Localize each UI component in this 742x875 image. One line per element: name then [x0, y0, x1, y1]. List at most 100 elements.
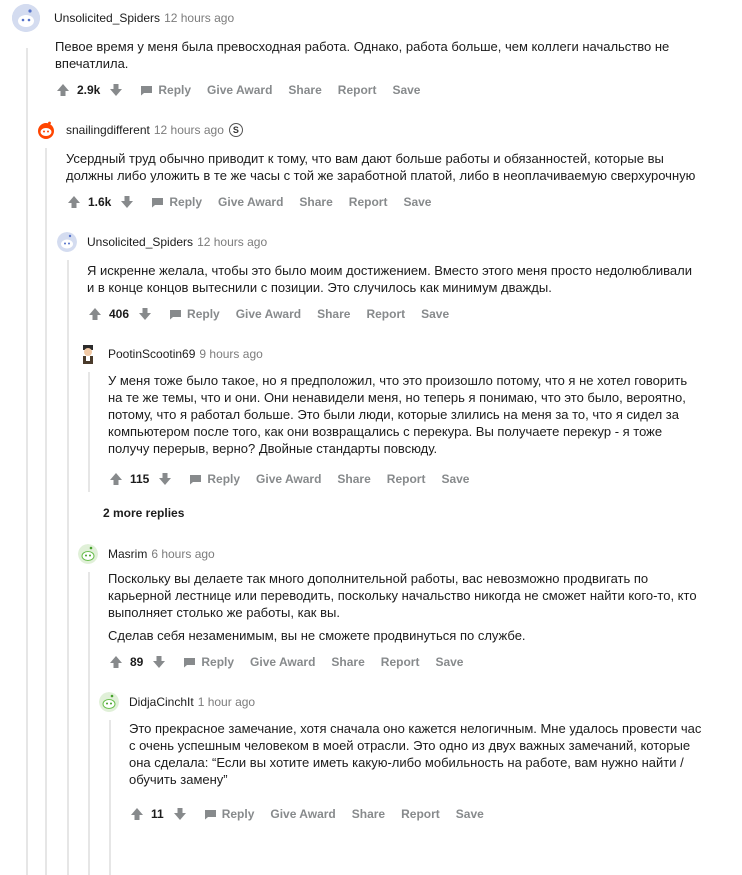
comment-body: Поскольку вы делаете так много дополните…	[108, 570, 704, 644]
user-flair-badge: S	[228, 123, 243, 137]
give-award-button[interactable]: Give Award	[250, 655, 315, 669]
comment-author[interactable]: Unsolicited_Spiders	[54, 11, 160, 25]
share-button[interactable]: Share	[352, 807, 385, 821]
share-button[interactable]: Share	[299, 195, 332, 209]
vote-score: 2.9k	[77, 83, 101, 97]
upvote-icon[interactable]	[108, 471, 124, 487]
reply-button[interactable]: Reply	[151, 195, 202, 209]
reply-button[interactable]: Reply	[189, 472, 240, 486]
downvote-icon[interactable]	[151, 654, 167, 670]
report-button[interactable]: Report	[387, 472, 426, 486]
green-snoo-avatar-icon[interactable]	[78, 544, 98, 564]
vote-score: 406	[109, 307, 130, 321]
give-award-button[interactable]: Give Award	[236, 307, 301, 321]
comment-actions: 11 Reply Give Award Share Report Save	[129, 802, 739, 826]
downvote-icon[interactable]	[172, 806, 188, 822]
vote-score: 1.6k	[88, 195, 112, 209]
vote-score: 89	[130, 655, 144, 669]
comment-timestamp[interactable]: 6 hours ago	[151, 547, 214, 561]
reply-button[interactable]: Reply	[140, 83, 191, 97]
give-award-button[interactable]: Give Award	[218, 195, 283, 209]
upvote-icon[interactable]	[108, 654, 124, 670]
comment-body: Я искренне желала, чтобы это было моим д…	[87, 262, 702, 296]
save-button[interactable]: Save	[421, 307, 449, 321]
comment-actions: 2.9k Reply Give Award Share Report Save	[55, 78, 732, 102]
comment-body: Усердный труд обычно приводит к тому, чт…	[66, 150, 696, 184]
red-snoo-avatar-icon[interactable]	[36, 120, 56, 140]
reply-label: Reply	[221, 807, 255, 821]
comment: Masrim 6 hours ago Поскольку вы делаете …	[78, 540, 738, 674]
green-snoo-avatar-icon[interactable]	[99, 692, 119, 712]
comment-timestamp[interactable]: 1 hour ago	[198, 695, 255, 709]
give-award-button[interactable]: Give Award	[270, 807, 335, 821]
comment-paragraph: Это прекрасное замечание, хотя сначала о…	[129, 721, 702, 787]
report-button[interactable]: Report	[338, 83, 377, 97]
comment-icon	[190, 474, 202, 484]
downvote-icon[interactable]	[137, 306, 153, 322]
report-button[interactable]: Report	[349, 195, 388, 209]
comment-actions: 89 Reply Give Award Share Report Save	[108, 650, 738, 674]
downvote-icon[interactable]	[119, 194, 135, 210]
comment-timestamp[interactable]: 12 hours ago	[154, 123, 224, 137]
comment-icon	[152, 197, 164, 207]
comment: Unsolicited_Spiders 12 hours ago Певое в…	[12, 4, 732, 102]
more-replies-link[interactable]: 2 more replies	[103, 506, 184, 520]
comment: Unsolicited_Spiders 12 hours ago Я искре…	[57, 228, 737, 326]
report-button[interactable]: Report	[401, 807, 440, 821]
reply-label: Reply	[169, 195, 203, 209]
comment-timestamp[interactable]: 12 hours ago	[197, 235, 267, 249]
give-award-button[interactable]: Give Award	[207, 83, 272, 97]
save-button[interactable]: Save	[435, 655, 463, 669]
save-button[interactable]: Save	[441, 472, 469, 486]
thread-line[interactable]	[45, 148, 47, 875]
comment-paragraph: Я искренне желала, чтобы это было моим д…	[87, 263, 693, 295]
report-button[interactable]: Report	[381, 655, 420, 669]
report-button[interactable]: Report	[366, 307, 405, 321]
comment-author[interactable]: Masrim	[108, 547, 147, 561]
reply-button[interactable]: Reply	[183, 655, 234, 669]
thread-line[interactable]	[67, 260, 69, 875]
vote-score: 115	[130, 472, 150, 486]
downvote-icon[interactable]	[108, 82, 124, 98]
vote-score: 11	[151, 807, 164, 821]
save-button[interactable]: Save	[456, 807, 484, 821]
snoo-avatar-icon[interactable]	[57, 232, 77, 252]
share-button[interactable]: Share	[331, 655, 364, 669]
comment-icon	[141, 85, 153, 95]
upvote-icon[interactable]	[66, 194, 82, 210]
comment: DidjaCinchIt 1 hour ago Это прекрасное з…	[99, 688, 739, 826]
comment-timestamp[interactable]: 12 hours ago	[164, 11, 234, 25]
comment-actions: 1.6k Reply Give Award Share Report Save	[66, 190, 736, 214]
give-award-button[interactable]: Give Award	[256, 472, 321, 486]
comment-actions: 406 Reply Give Award Share Report Save	[87, 302, 737, 326]
comment-paragraph: Усердный труд обычно приводит к тому, чт…	[66, 151, 696, 183]
comment-paragraph: Сделав себя незаменимым, вы не сможете п…	[108, 628, 526, 643]
reply-label: Reply	[158, 83, 192, 97]
comment-author[interactable]: Unsolicited_Spiders	[87, 235, 193, 249]
comment-paragraph: У меня тоже было такое, но я предположил…	[108, 373, 688, 456]
downvote-icon[interactable]	[157, 471, 173, 487]
comment-author[interactable]: DidjaCinchIt	[129, 695, 194, 709]
comment-timestamp[interactable]: 9 hours ago	[199, 347, 262, 361]
comment-paragraph: Поскольку вы делаете так много дополните…	[108, 571, 697, 620]
reply-label: Reply	[207, 472, 241, 486]
upvote-icon[interactable]	[55, 82, 71, 98]
save-button[interactable]: Save	[392, 83, 420, 97]
character-avatar-icon[interactable]	[78, 344, 98, 364]
share-button[interactable]: Share	[288, 83, 321, 97]
save-button[interactable]: Save	[403, 195, 431, 209]
upvote-icon[interactable]	[87, 306, 103, 322]
share-button[interactable]: Share	[317, 307, 350, 321]
comment-author[interactable]: PootinScootin69	[108, 347, 195, 361]
reply-label: Reply	[187, 307, 220, 321]
comment-paragraph: Певое время у меня была превосходная раб…	[55, 39, 670, 71]
share-button[interactable]: Share	[337, 472, 370, 486]
comment-author[interactable]: snailingdifferent	[66, 123, 150, 137]
reply-button[interactable]: Reply	[204, 807, 255, 821]
upvote-icon[interactable]	[129, 806, 145, 822]
thread-line[interactable]	[26, 48, 28, 875]
comment: PootinScootin69 9 hours ago У меня тоже …	[78, 340, 738, 491]
reply-button[interactable]: Reply	[169, 307, 220, 321]
snoo-avatar-icon[interactable]	[12, 4, 40, 32]
comment-icon	[170, 309, 182, 319]
